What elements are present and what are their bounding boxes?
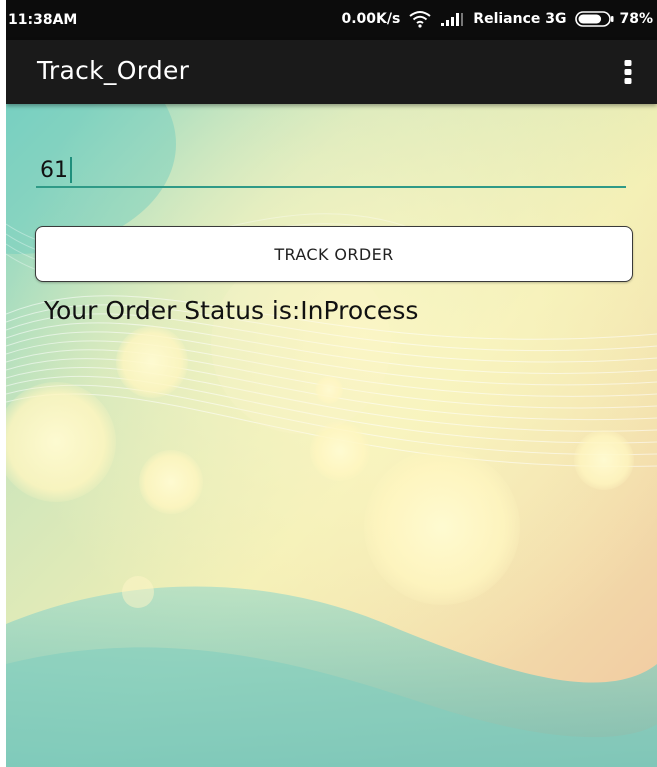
signal-icon [440,11,464,27]
order-status-text: Your Order Status is:InProcess [44,296,419,325]
battery-icon [575,11,614,27]
battery-group: 78% [575,11,653,27]
order-id-value: 61 [40,157,68,183]
app-title: Track_Order [37,56,190,85]
phone-screen: 11:38AM 0.00K/s Reliance 3G 78% Track_Or… [6,0,657,767]
status-time: 11:38AM [8,12,78,28]
status-right-group: 0.00K/s Reliance 3G 78% [341,9,653,29]
background-wallpaper [6,104,657,767]
wifi-icon [409,10,431,28]
network-speed: 0.00K/s [341,11,401,27]
battery-percent: 78% [619,11,653,27]
overflow-menu-icon[interactable] [613,54,643,90]
status-bar: 11:38AM 0.00K/s Reliance 3G 78% [6,0,657,40]
order-id-input[interactable]: 61 [36,154,626,188]
text-cursor [70,157,72,183]
track-order-button[interactable]: TRACK ORDER [35,226,633,282]
carrier-name: Reliance 3G [473,11,567,27]
action-bar: Track_Order [6,40,657,104]
